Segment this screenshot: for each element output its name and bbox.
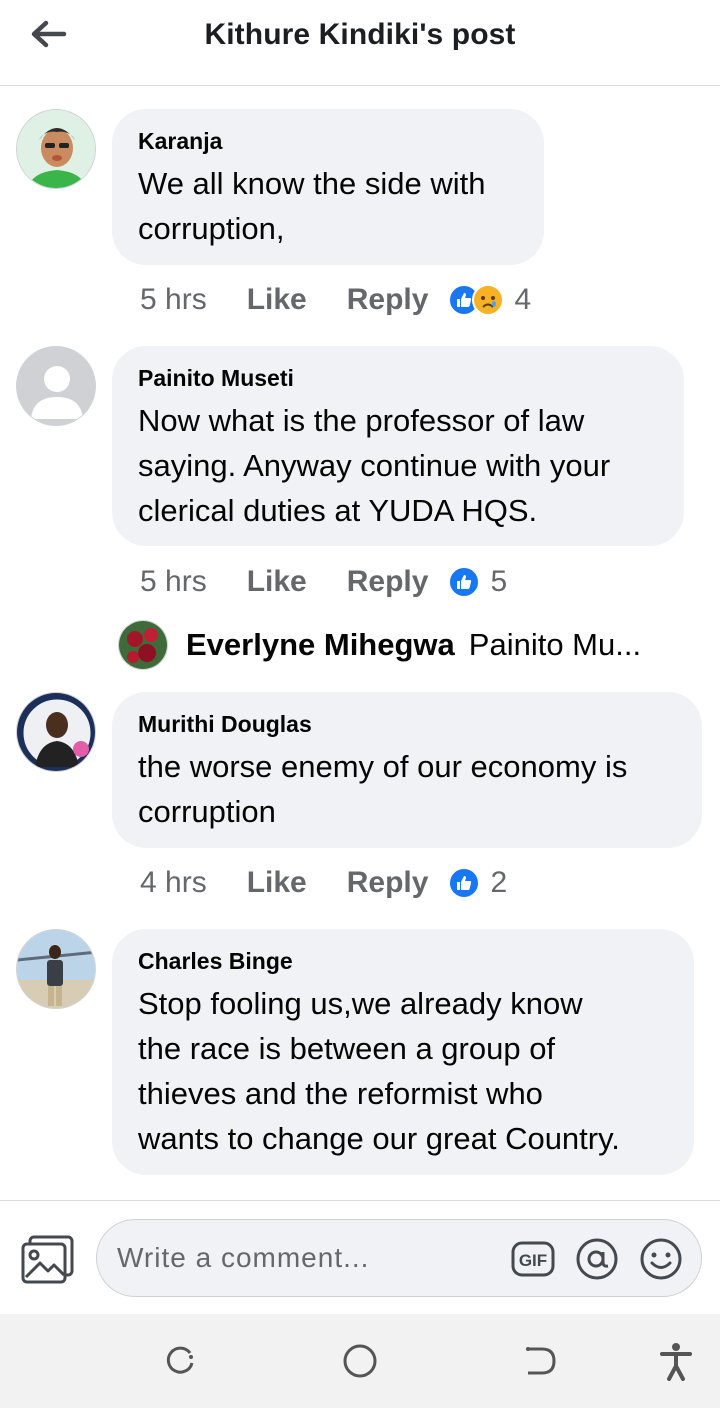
comment-author[interactable]: Charles Binge <box>138 947 668 975</box>
mention-button[interactable] <box>575 1237 619 1281</box>
home-button[interactable] <box>340 1341 380 1381</box>
like-reaction-icon[interactable] <box>448 566 481 598</box>
reply-snippet: Painito Mu... <box>468 627 642 662</box>
comment-line: wants to change our great Country. <box>138 1121 620 1156</box>
comment-line: corruption <box>138 794 276 829</box>
reply-button[interactable]: Reply <box>347 565 429 599</box>
comment-bubble[interactable]: Karanja We all know the side with corrup… <box>112 109 544 265</box>
sad-reaction-icon[interactable] <box>472 284 505 316</box>
comment-line: Stop fooling us,we already know <box>138 986 583 1021</box>
mention-icon <box>576 1238 618 1280</box>
avatar[interactable] <box>118 620 168 670</box>
comment-author[interactable]: Painito Museti <box>138 364 658 392</box>
comment-time[interactable]: 5 hrs <box>140 565 207 599</box>
comment-line: clerical duties at YUDA HQS. <box>138 493 538 528</box>
comment-text: We all know the side with corruption, <box>138 161 518 251</box>
accessibility-button[interactable] <box>656 1341 696 1381</box>
avatar[interactable] <box>16 109 96 189</box>
reply-author: Everlyne Mihegwa <box>186 627 455 662</box>
comment-line: the worse enemy of our economy is <box>138 749 628 784</box>
recents-icon <box>166 1346 194 1374</box>
comment-line: thieves and the reformist who <box>138 1076 543 1111</box>
comment-line: saying. Anyway continue with your <box>138 448 611 483</box>
emoji-button[interactable] <box>639 1237 683 1281</box>
comment-line: We all know the side with <box>138 166 486 201</box>
back-icon <box>526 1347 556 1375</box>
comment-author[interactable]: Murithi Douglas <box>138 710 676 738</box>
comment-line: the race is between a group of <box>138 1031 556 1066</box>
avatar[interactable] <box>16 692 96 772</box>
page-title: Kithure Kindiki's post <box>204 18 516 51</box>
emoji-icon <box>640 1238 682 1280</box>
recents-button[interactable] <box>160 1341 200 1381</box>
reaction-count[interactable]: 5 <box>490 565 507 599</box>
like-button[interactable]: Like <box>247 565 307 599</box>
svg-text:GIF: GIF <box>519 1251 547 1270</box>
like-button[interactable]: Like <box>247 283 307 317</box>
comment-text: the worse enemy of our economy is corrup… <box>138 744 676 834</box>
reaction-count[interactable]: 4 <box>514 283 531 317</box>
reply-button[interactable]: Reply <box>347 866 429 900</box>
avatar[interactable] <box>16 929 96 1009</box>
comment-time[interactable]: 4 hrs <box>140 866 207 900</box>
comment-box: GIF <box>96 1219 702 1297</box>
comments-feed[interactable]: Karanja We all know the side with corrup… <box>0 87 720 1200</box>
like-reaction-icon[interactable] <box>448 867 481 899</box>
comment-meta: 5 hrs Like Reply 5 <box>140 562 507 602</box>
reaction-count[interactable]: 2 <box>490 866 507 900</box>
avatar[interactable] <box>16 346 96 426</box>
photo-button[interactable] <box>20 1233 76 1285</box>
photo-icon <box>21 1235 74 1284</box>
comment-bubble[interactable]: Charles Binge Stop fooling us,we already… <box>112 929 694 1175</box>
reply-preview[interactable]: Everlyne Mihegwa Painito Mu... <box>118 617 641 673</box>
gif-icon: GIF <box>511 1241 555 1277</box>
back-nav-button[interactable] <box>520 1341 560 1381</box>
accessibility-icon <box>660 1343 692 1381</box>
like-button[interactable]: Like <box>247 866 307 900</box>
comment-meta: 4 hrs Like Reply 2 <box>140 863 507 903</box>
comment-author[interactable]: Karanja <box>138 127 518 155</box>
comment-bubble[interactable]: Murithi Douglas the worse enemy of our e… <box>112 692 702 848</box>
comment-text: Now what is the professor of law saying.… <box>138 398 658 533</box>
app-header: Kithure Kindiki's post <box>0 0 720 86</box>
comment-text: Stop fooling us,we already know the race… <box>138 981 668 1161</box>
comment-composer: GIF <box>0 1200 720 1314</box>
comment-input[interactable] <box>117 1220 497 1296</box>
comment-line: corruption, <box>138 211 285 246</box>
comment-time[interactable]: 5 hrs <box>140 283 207 317</box>
home-icon <box>343 1344 377 1378</box>
comment-line: Now what is the professor of law <box>138 403 585 438</box>
comment-meta: 5 hrs Like Reply 4 <box>140 280 531 320</box>
gif-button[interactable]: GIF <box>511 1237 555 1281</box>
comment-bubble[interactable]: Painito Museti Now what is the professor… <box>112 346 684 546</box>
system-nav-bar <box>0 1314 720 1408</box>
reply-button[interactable]: Reply <box>347 283 429 317</box>
